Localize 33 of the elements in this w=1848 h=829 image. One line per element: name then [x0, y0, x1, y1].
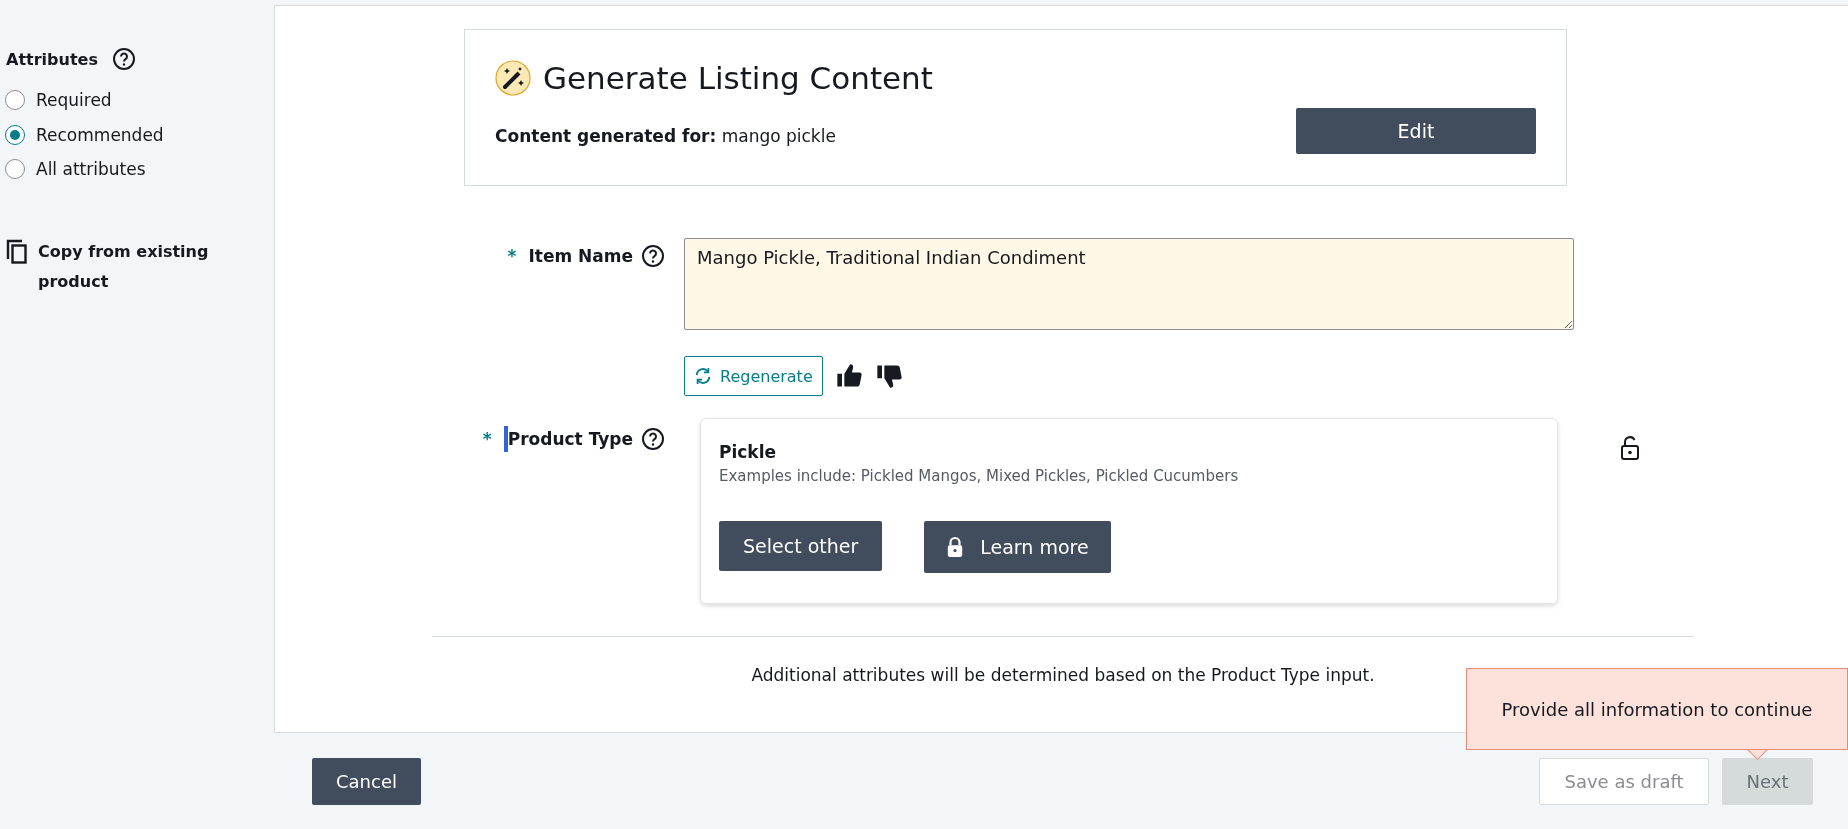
copy-icon[interactable] — [6, 238, 28, 265]
content-generated-for-text: Content generated for: mango pickle — [495, 126, 837, 146]
cancel-button[interactable]: Cancel — [312, 757, 421, 805]
help-icon[interactable] — [641, 427, 665, 451]
thumbs-up-icon[interactable] — [834, 362, 863, 390]
radio-button[interactable] — [5, 90, 25, 111]
radio-button[interactable] — [5, 159, 25, 180]
radio-label[interactable]: Recommended — [36, 124, 164, 145]
item-name-label: Item Name — [528, 246, 633, 266]
help-icon[interactable] — [641, 244, 665, 268]
required-asterisk: * — [507, 246, 517, 266]
refresh-icon — [694, 367, 712, 385]
product-type-label: Product Type — [507, 429, 633, 449]
product-type-examples: Examples include: Pickled Mangos, Mixed Pickles, Pickled Cucumbers — [719, 467, 1240, 485]
required-asterisk: * — [482, 429, 492, 449]
edit-button[interactable]: Edit — [1296, 108, 1536, 154]
help-icon[interactable] — [111, 47, 136, 71]
page-title: Generate Listing Content — [543, 60, 933, 96]
copy-from-existing-link[interactable]: Copy from existing product — [38, 236, 246, 297]
select-other-button[interactable]: Select other — [719, 521, 883, 571]
product-type-name: Pickle — [719, 442, 778, 462]
lock-icon — [946, 536, 965, 558]
regenerate-button[interactable]: Regenerate — [684, 356, 823, 396]
radio-button[interactable] — [5, 124, 25, 145]
magic-wand-icon — [495, 60, 531, 96]
item-name-field[interactable]: Mango Pickle, Traditional Indian Condiment — [684, 238, 1574, 330]
radio-label[interactable]: All attributes — [36, 159, 146, 180]
radio-label[interactable]: Required — [36, 90, 112, 111]
unlock-icon[interactable] — [1620, 436, 1640, 460]
error-tooltip: Provide all information to continue — [1466, 668, 1848, 750]
learn-more-button[interactable]: Learn more — [924, 521, 1111, 573]
attributes-heading: Attributes — [6, 49, 98, 69]
info-text: Additional attributes will be determined based on the Product Type input. — [750, 665, 1376, 685]
